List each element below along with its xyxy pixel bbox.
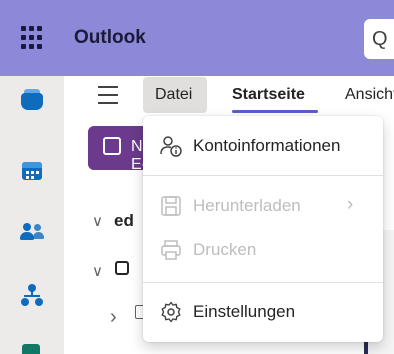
menu-label: Drucken	[193, 240, 257, 259]
search-icon: Q	[372, 28, 388, 50]
org-chart-icon[interactable]	[20, 283, 44, 307]
compose-icon	[103, 137, 121, 155]
people-icon[interactable]	[20, 219, 44, 243]
tab-ansicht[interactable]: Ansicht	[345, 77, 394, 113]
menu-label: Einstellungen	[193, 302, 296, 321]
waffle-icon[interactable]	[21, 26, 45, 50]
tab-datei[interactable]: Datei	[143, 77, 207, 113]
inbox-icon[interactable]	[115, 261, 129, 275]
mail-icon[interactable]	[20, 89, 44, 113]
app-title: Outlook	[74, 27, 146, 48]
menu-item-kontoinformationen[interactable]: Kontoinformationen	[143, 124, 383, 168]
gear-icon	[161, 301, 181, 323]
hamburger-icon[interactable]	[98, 86, 122, 104]
active-tab-indicator	[232, 110, 318, 113]
menu-divider	[143, 282, 383, 283]
more-apps-icon[interactable]	[22, 344, 40, 354]
menu-item-einstellungen[interactable]: Einstellungen	[143, 290, 383, 334]
person-info-icon	[160, 136, 182, 157]
chevron-down-icon[interactable]: ∨	[92, 262, 103, 280]
printer-icon	[161, 240, 181, 260]
tab-startseite[interactable]: Startseite	[232, 77, 305, 113]
app-header	[0, 0, 394, 76]
menu-item-herunterladen[interactable]: Herunterladen ›	[143, 184, 383, 228]
calendar-icon[interactable]	[20, 159, 44, 183]
file-menu: Kontoinformationen Herunterladen › Druck…	[143, 116, 383, 342]
save-icon	[161, 196, 181, 216]
chevron-right-icon: ›	[347, 194, 354, 215]
search-box[interactable]: Q	[364, 19, 394, 59]
account-name[interactable]: ed	[114, 211, 134, 231]
chevron-down-icon[interactable]: ∨	[92, 212, 103, 230]
nav-rail	[0, 76, 64, 354]
menu-label: Herunterladen	[193, 196, 301, 215]
menu-label: Kontoinformationen	[193, 136, 341, 155]
menu-item-drucken[interactable]: Drucken	[143, 228, 383, 272]
menu-divider	[143, 175, 383, 176]
chevron-right-icon[interactable]: ›	[110, 306, 117, 329]
